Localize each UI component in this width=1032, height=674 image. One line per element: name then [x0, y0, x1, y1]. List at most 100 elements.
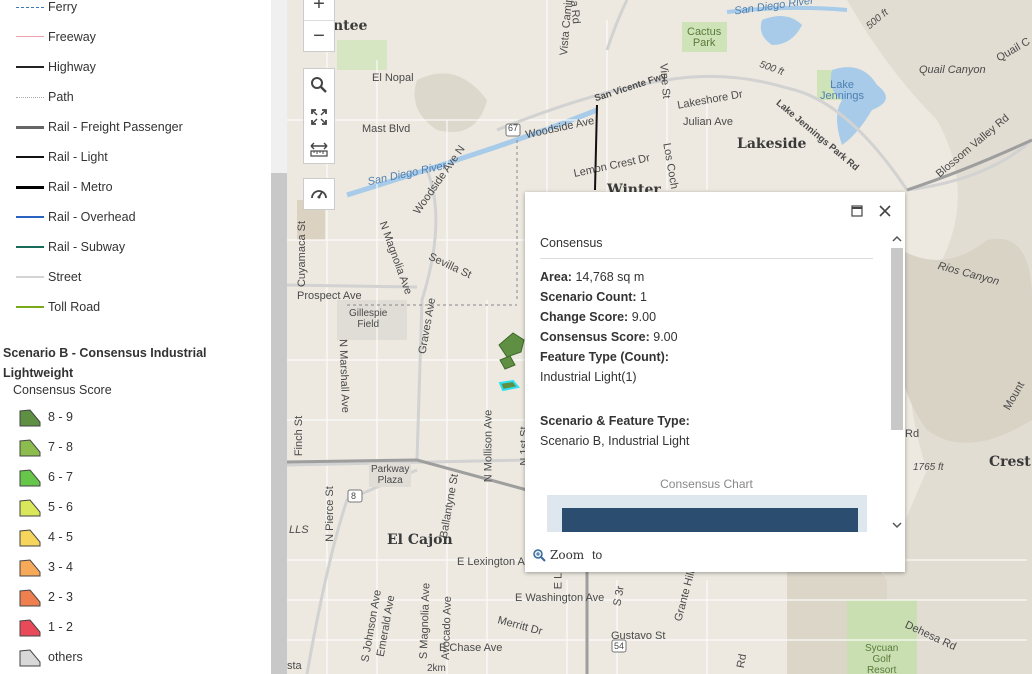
- legend-score-item: 2 - 3: [0, 582, 260, 612]
- map-label-quail-canyon: Quail Canyon: [919, 64, 986, 76]
- legend-score-label: 8 - 9: [48, 410, 74, 424]
- consensus-chart-bar[interactable]: [562, 508, 858, 532]
- legend-field-label: Consensus Score: [13, 383, 112, 397]
- map-label-crest: Crest: [989, 454, 1031, 470]
- legend-line-symbol: [16, 185, 44, 189]
- legend-line-label: Toll Road: [48, 300, 101, 314]
- field-feature-type: Feature Type (Count):: [540, 349, 873, 365]
- legend-score-label: 7 - 8: [48, 440, 74, 454]
- legend-score-swatch: [19, 559, 41, 577]
- map-label-e-chase: E Chase Ave: [439, 642, 503, 654]
- field-consensus-score-value: 9.00: [653, 330, 678, 344]
- legend-score-label: 2 - 3: [48, 590, 74, 604]
- legend-score-swatch: [19, 499, 41, 517]
- field-change-score-label: Change Score:: [540, 310, 629, 324]
- popup-scrollbar-thumb[interactable]: [891, 248, 903, 430]
- legend-line-item: Rail - Metro: [0, 172, 260, 202]
- legend-score-item: 1 - 2: [0, 612, 260, 642]
- map-label-e-washington: E Washington Ave: [515, 592, 605, 604]
- map-label-lake-jennings: Lake Jennings: [820, 79, 865, 102]
- map-label-lls: LLS: [289, 524, 309, 536]
- field-area-value: 14,768 sq m: [575, 270, 645, 284]
- legend-score-item: 5 - 6: [0, 492, 260, 522]
- legend-score-label: 6 - 7: [48, 470, 74, 484]
- search-icon: [311, 77, 327, 93]
- map-label-rd-bottom: Rd: [734, 653, 750, 669]
- zoom-out-button[interactable]: −: [304, 21, 334, 52]
- field-scenario-count-label: Scenario Count:: [540, 290, 637, 304]
- legend-line-label: Ferry: [48, 0, 78, 14]
- legend-line-symbol: [16, 276, 44, 278]
- legend-line-symbol: [16, 36, 44, 38]
- legend-line-item: Ferry: [0, 0, 260, 22]
- legend-scrollbar[interactable]: [271, 0, 287, 674]
- legend-panel: Ferry Freeway Highway Path Rail - Freight Pa…: [0, 0, 271, 674]
- legend-line-symbol: [16, 125, 44, 129]
- close-button[interactable]: [879, 204, 891, 222]
- popup-scrollbar[interactable]: [891, 234, 903, 530]
- dashboard-button[interactable]: [303, 178, 335, 210]
- map-label-lakeside: Lakeside: [737, 136, 807, 152]
- map-label-n-mollison: N Mollison Ave: [482, 409, 495, 483]
- legend-layer-title: Scenario B - Consensus Industrial Lightw…: [3, 346, 207, 380]
- legend-score-swatch: [19, 529, 41, 547]
- legend-score-item: others: [0, 642, 260, 672]
- zoom-in-button[interactable]: +: [304, 0, 334, 21]
- legend-line-symbol: [16, 216, 44, 218]
- field-consensus-score-label: Consensus Score:: [540, 330, 650, 344]
- map-label-la-rd: la Rd: [567, 0, 582, 25]
- legend-line-item: Highway: [0, 52, 260, 82]
- legend-line-label: Street: [48, 270, 82, 284]
- legend-score-swatch: [19, 439, 41, 457]
- maximize-icon: [851, 205, 863, 217]
- zoom-to-label: to: [592, 548, 603, 562]
- legend-line-label: Highway: [48, 60, 96, 74]
- maximize-button[interactable]: [851, 204, 863, 222]
- legend-line-label: Rail - Subway: [48, 240, 126, 254]
- legend-score-item: 3 - 4: [0, 552, 260, 582]
- map-label-cactus-park: Cactus Park: [687, 26, 722, 49]
- fullscreen-button[interactable]: [304, 101, 334, 133]
- zoom-to-link[interactable]: Zoom to: [533, 548, 602, 562]
- map-label-finch-st: Finch St: [293, 415, 306, 457]
- legend-score-item: 6 - 7: [0, 462, 260, 492]
- legend-score-label: others: [48, 650, 83, 664]
- legend-line-label: Rail - Freight Passenger: [48, 120, 183, 134]
- legend-line-symbol: [16, 6, 44, 8]
- legend-scrollbar-thumb[interactable]: [271, 173, 287, 674]
- map-label-el-nopal: El Nopal: [372, 72, 414, 84]
- search-button[interactable]: [304, 69, 334, 101]
- fullscreen-icon: [311, 109, 327, 125]
- map-label-el-cajon: El Cajon: [387, 532, 453, 548]
- legend-score-label: 4 - 5: [48, 530, 74, 544]
- map-label-e-lower: E L: [552, 572, 565, 590]
- field-feature-type-value: Industrial Light(1): [540, 370, 637, 384]
- legend-line-label: Path: [48, 90, 74, 104]
- map-label-cuyamaca-st: Cuyamaca St: [296, 220, 309, 288]
- legend-line-item: Rail - Freight Passenger: [0, 112, 260, 142]
- scroll-up-icon[interactable]: [891, 234, 903, 244]
- legend-line-symbol: [16, 156, 44, 158]
- map-label-route-8: 8: [351, 491, 357, 501]
- legend-line-item: Rail - Subway: [0, 232, 260, 262]
- legend-line-label: Rail - Light: [48, 150, 108, 164]
- map-label-route-54: 54: [614, 641, 625, 651]
- map-label-prospect-ave: Prospect Ave: [297, 290, 362, 302]
- legend-line-label: Rail - Metro: [48, 180, 113, 194]
- map-label-n-marshall: N Marshall Ave: [336, 338, 352, 414]
- map-label-mast-blvd: Mast Blvd: [362, 123, 411, 135]
- field-feature-type-label: Feature Type (Count):: [540, 350, 669, 364]
- legend-score-item: 4 - 5: [0, 522, 260, 552]
- measure-button[interactable]: [304, 133, 334, 165]
- map-label-route-67: 67: [508, 123, 519, 133]
- legend-line-item: Path: [0, 82, 260, 112]
- map-label-2km: 2km: [427, 663, 446, 674]
- scroll-down-icon[interactable]: [891, 520, 903, 530]
- legend-line-item: Freeway: [0, 22, 260, 52]
- field-scenario-count: Scenario Count: 1: [540, 289, 873, 305]
- legend-line-symbol: [16, 306, 44, 308]
- map-label-parkway-plaza: Parkway Plaza: [369, 463, 412, 487]
- field-change-score: Change Score: 9.00: [540, 309, 873, 325]
- field-scenario-count-value: 1: [640, 290, 647, 304]
- field-scenario-feature-value: Scenario B, Industrial Light: [540, 434, 690, 448]
